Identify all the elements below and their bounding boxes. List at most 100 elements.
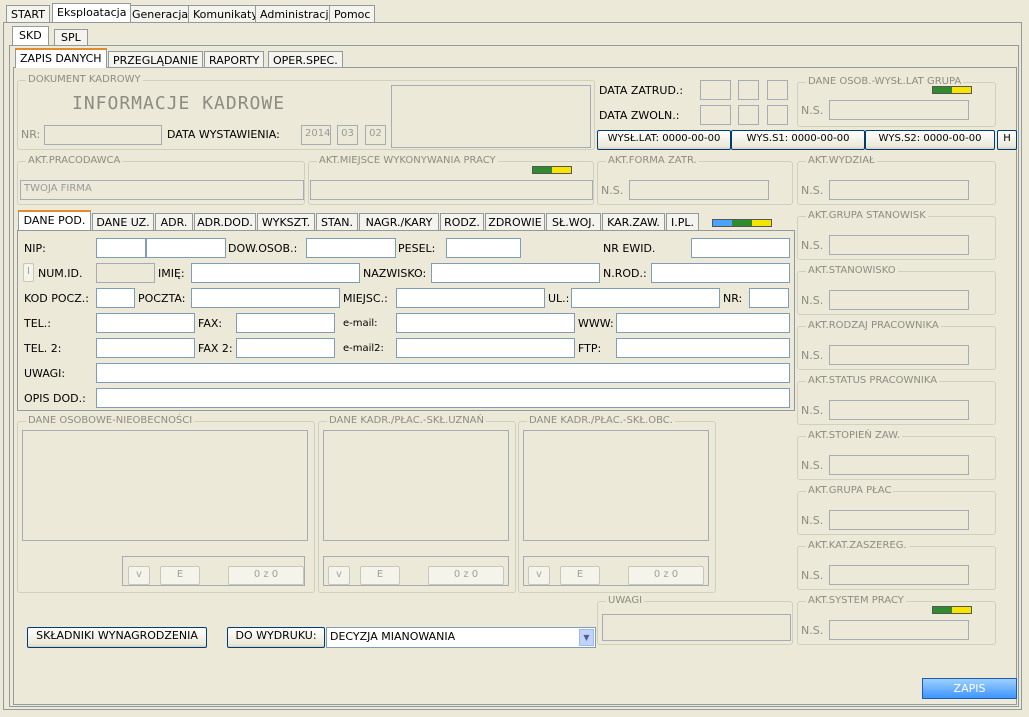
right-group-field-4 bbox=[829, 400, 969, 420]
prev-button[interactable]: v bbox=[528, 566, 550, 585]
right-group-field-7 bbox=[829, 565, 969, 585]
nr-ewid-label: NR EWID. bbox=[603, 242, 656, 255]
ns-label: N.S. bbox=[601, 184, 624, 197]
dane-tab-0[interactable]: DANE POD. bbox=[18, 210, 91, 230]
tel2-label: TEL. 2: bbox=[24, 342, 62, 355]
zatrud-month-field[interactable] bbox=[738, 80, 759, 100]
opis-dod-label: OPIS DOD.: bbox=[24, 392, 86, 405]
right-group-field-1 bbox=[829, 235, 969, 255]
group-title: AKT.RODZAJ PRACOWNIKA bbox=[806, 320, 941, 332]
record-counter[interactable]: 0 z 0 bbox=[428, 566, 504, 585]
wys-s2-button[interactable]: WYS.S2: 0000-00-00 bbox=[865, 130, 995, 150]
zwoln-year-field[interactable] bbox=[700, 105, 731, 125]
poczta-label: POCZTA: bbox=[138, 292, 186, 305]
wys-s1-button[interactable]: WYS.S1: 0000-00-00 bbox=[731, 130, 865, 150]
status-flag-icon[interactable] bbox=[532, 166, 572, 174]
data-zatrud-label: DATA ZATRUD.: bbox=[599, 84, 684, 97]
email-field[interactable] bbox=[396, 313, 575, 333]
tab-zapis-danych[interactable]: ZAPIS DANYCH bbox=[15, 48, 107, 68]
group-title: DANE KADR./PŁAC.-SKŁ.UZNAŃ bbox=[327, 415, 486, 427]
imie-label: IMIĘ: bbox=[158, 267, 185, 280]
record-counter[interactable]: 0 z 0 bbox=[228, 566, 304, 585]
prev-button[interactable]: v bbox=[328, 566, 350, 585]
zatrud-year-field[interactable] bbox=[700, 80, 731, 100]
ns-label: N.S. bbox=[801, 239, 824, 252]
fax2-field[interactable] bbox=[236, 338, 335, 358]
edit-button[interactable]: E bbox=[360, 566, 400, 585]
tel-label: TEL.: bbox=[24, 317, 52, 330]
data-zwoln-label: DATA ZWOLN.: bbox=[599, 109, 680, 122]
miejsc-field[interactable] bbox=[396, 288, 545, 308]
email2-field[interactable] bbox=[396, 338, 575, 358]
ul-field[interactable] bbox=[571, 288, 720, 308]
dow-osob-field[interactable] bbox=[306, 238, 396, 258]
right-group-field-6 bbox=[829, 510, 969, 530]
tab-spl[interactable]: SPL bbox=[54, 29, 88, 46]
chevron-down-icon[interactable]: ▼ bbox=[579, 629, 594, 646]
bottom-list-2[interactable] bbox=[523, 430, 709, 541]
i-button[interactable]: I bbox=[23, 263, 34, 282]
ftp-field[interactable] bbox=[616, 338, 790, 358]
opis-dod-field[interactable] bbox=[96, 388, 790, 408]
miejsce-pracy-field[interactable] bbox=[310, 180, 593, 200]
group-title: AKT.MIEJSCE WYKONYWANIA PRACY bbox=[317, 155, 498, 167]
nazwisko-field[interactable] bbox=[431, 263, 600, 283]
skladniki-wynagrodzenia-button[interactable]: SKŁADNIKI WYNAGRODZENIA bbox=[27, 627, 207, 648]
document-type-select[interactable]: DECYZJA MIANOWANIA ▼ bbox=[326, 627, 596, 648]
nr-ewid-field[interactable] bbox=[691, 238, 790, 258]
group-title: DOKUMENT KADROWY bbox=[26, 74, 143, 86]
bottom-list-0[interactable] bbox=[22, 430, 308, 541]
ul-label: UL.: bbox=[548, 292, 570, 305]
nr-house-field[interactable] bbox=[749, 288, 789, 308]
h-button[interactable]: H bbox=[997, 130, 1017, 150]
nip-field-1[interactable] bbox=[96, 238, 146, 258]
tab-eksploatacja[interactable]: Eksploatacja bbox=[52, 3, 132, 22]
zwoln-day-field[interactable] bbox=[767, 105, 788, 125]
ns-label: N.S. bbox=[801, 569, 824, 582]
kod-pocz-field[interactable] bbox=[96, 288, 135, 308]
forma-zatr-field bbox=[629, 180, 769, 200]
ns-label: N.S. bbox=[801, 624, 824, 637]
select-value: DECYZJA MIANOWANIA bbox=[330, 630, 456, 643]
imie-field[interactable] bbox=[191, 263, 360, 283]
www-label: WWW: bbox=[578, 317, 614, 330]
edit-button[interactable]: E bbox=[160, 566, 200, 585]
fax-field[interactable] bbox=[236, 313, 335, 333]
zwoln-month-field[interactable] bbox=[738, 105, 759, 125]
date-month-field: 03 bbox=[337, 125, 358, 145]
nip-field-2[interactable] bbox=[146, 238, 226, 258]
tab-skd[interactable]: SKD bbox=[12, 26, 49, 45]
uwagi-field[interactable] bbox=[96, 363, 790, 383]
ns-label: N.S. bbox=[801, 514, 824, 527]
status-flag-icon[interactable] bbox=[932, 86, 972, 94]
ns-label: N.S. bbox=[801, 349, 824, 362]
tel-field[interactable] bbox=[96, 313, 195, 333]
fax2-label: FAX 2: bbox=[198, 342, 233, 355]
fax-label: FAX: bbox=[198, 317, 223, 330]
group-title: AKT.GRUPA PŁAC bbox=[806, 485, 894, 497]
poczta-field[interactable] bbox=[191, 288, 340, 308]
ns-label: N.S. bbox=[801, 459, 824, 472]
pracodawca-field[interactable]: TWOJA FIRMA bbox=[20, 180, 304, 200]
group-title: AKT.STANOWISKO bbox=[806, 265, 898, 277]
record-counter[interactable]: 0 z 0 bbox=[628, 566, 704, 585]
pesel-field[interactable] bbox=[446, 238, 521, 258]
date-year-field: 2014 bbox=[301, 125, 331, 145]
dokument-note-box bbox=[391, 85, 591, 148]
zatrud-day-field[interactable] bbox=[767, 80, 788, 100]
status-flag-icon[interactable] bbox=[712, 219, 772, 227]
n-rod-field[interactable] bbox=[651, 263, 790, 283]
edit-button[interactable]: E bbox=[560, 566, 600, 585]
zapis-button[interactable]: ZAPIS bbox=[922, 678, 1017, 699]
group-title: DANE OSOBOWE-NIEOBECNOŚCI bbox=[26, 415, 195, 427]
www-field[interactable] bbox=[616, 313, 790, 333]
email-label: e-mail: bbox=[343, 318, 378, 329]
group-title: AKT.FORMA ZATR. bbox=[606, 155, 699, 167]
do-wydruku-button[interactable]: DO WYDRUKU: bbox=[227, 627, 325, 648]
bottom-list-1[interactable] bbox=[323, 430, 509, 541]
tel2-field[interactable] bbox=[96, 338, 195, 358]
status-flag-icon[interactable] bbox=[932, 606, 972, 614]
miejsc-label: MIEJSC.: bbox=[343, 292, 388, 305]
wys-lat-button[interactable]: WYSŁ.LAT: 0000-00-00 bbox=[597, 130, 731, 150]
prev-button[interactable]: v bbox=[128, 566, 150, 585]
